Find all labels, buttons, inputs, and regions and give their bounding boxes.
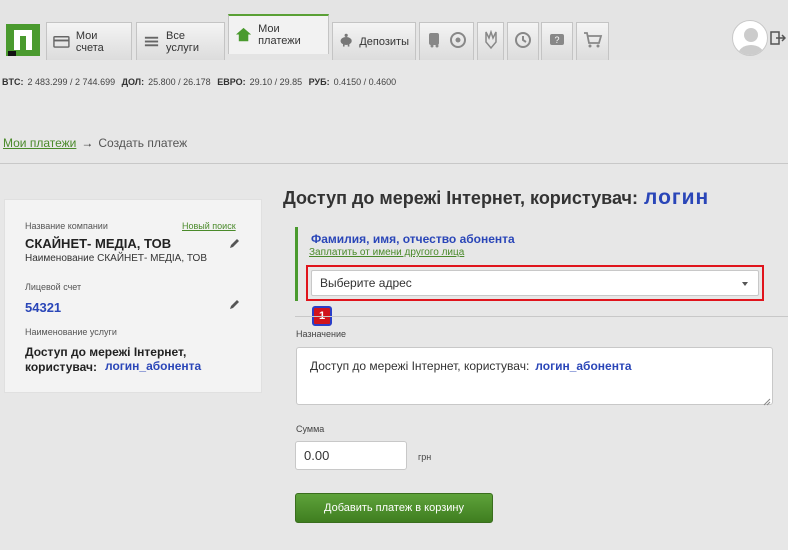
breadcrumb-arrow: → — [81, 136, 94, 150]
rate-label: BTC: — [2, 77, 24, 87]
purpose-label: Назначение — [296, 329, 347, 339]
rate-value: 25.800 / 26.178 — [148, 77, 211, 87]
payer-name: Фамилия, имя, отчество абонента — [311, 232, 515, 246]
company-label: Название компании — [25, 221, 108, 231]
list-icon — [143, 33, 160, 51]
address-select[interactable]: Выберите адрес — [311, 270, 759, 296]
resize-handle-icon[interactable] — [763, 395, 771, 406]
purpose-login: логин_абонента — [535, 359, 632, 373]
divider — [0, 163, 788, 164]
breadcrumb-current: Создать платеж — [98, 136, 188, 150]
divider — [295, 316, 788, 317]
svg-text:?: ? — [554, 35, 559, 45]
edit-company-icon[interactable] — [228, 237, 240, 249]
rate-label: ЕВРО: — [217, 77, 246, 87]
tab-government[interactable] — [477, 22, 504, 60]
new-search-link[interactable]: Новый поиск — [182, 221, 236, 231]
home-icon — [235, 26, 252, 44]
page-title-login: логин — [644, 186, 710, 209]
football-icon — [449, 31, 467, 52]
tab-help[interactable]: ? — [541, 22, 573, 60]
piggy-bank-icon — [339, 33, 353, 51]
pay-for-other-link[interactable]: Заплатить от имени другого лица — [309, 247, 464, 258]
trident-icon — [484, 29, 498, 53]
add-to-cart-button[interactable]: Добавить платеж в корзину — [295, 493, 493, 523]
rate-label: ДОЛ: — [121, 77, 145, 87]
breadcrumb: Мои платежи → Создать платеж — [3, 136, 187, 150]
address-select-value: Выберите адрес — [320, 276, 412, 290]
card-icon — [53, 33, 70, 51]
user-avatar[interactable] — [732, 20, 768, 56]
currency-label: грн — [418, 452, 432, 462]
cart-icon — [583, 31, 603, 52]
train-icon — [427, 31, 449, 52]
logout-icon[interactable] — [770, 30, 787, 46]
rate-value: 29.10 / 29.85 — [249, 77, 303, 87]
sum-label: Сумма — [296, 424, 325, 434]
recipient-card: Название компании Новый поиск СКАЙНЕТ- М… — [4, 199, 262, 393]
exchange-rates: BTC: 2 483.299 / 2 744.699 ДОЛ: 25.800 / 2… — [2, 77, 400, 87]
service-label: Наименование услуги — [25, 327, 117, 337]
service-name-line2: користувач: — [25, 360, 97, 374]
tab-my-accounts[interactable]: Мои счета — [46, 22, 132, 60]
company-full-name: Наименование СКАЙНЕТ- МЕДІА, ТОВ — [25, 253, 207, 264]
service-name-line1: Доступ до мережі Інтернет, — [25, 345, 187, 359]
help-icon: ? — [548, 31, 566, 52]
rate-value: 2 483.299 / 2 744.699 — [27, 77, 116, 87]
chevron-down-icon — [742, 282, 748, 286]
tab-label: Мои платежи — [258, 23, 301, 47]
page-title-text: Доступ до мережі Інтернет, користувач: — [283, 188, 638, 208]
rate-label: РУБ: — [308, 77, 330, 87]
tab-travel-sports[interactable] — [419, 22, 474, 60]
privatbank-logo-icon[interactable] — [6, 24, 40, 56]
tab-label: Депозиты — [359, 35, 409, 48]
tab-deposits[interactable]: Депозиты — [332, 22, 416, 60]
tab-label: Мои счета — [75, 29, 104, 54]
purpose-text: Доступ до мережі Інтернет, користувач: — [310, 359, 530, 373]
tab-label: Все услуги — [166, 29, 199, 54]
tab-my-payments[interactable]: Мои платежи — [228, 14, 329, 54]
tab-all-services[interactable]: Все услуги — [136, 22, 225, 60]
account-number: 54321 — [25, 300, 62, 315]
history-icon — [514, 31, 532, 52]
tab-cart[interactable] — [576, 22, 609, 60]
sum-value: 0.00 — [304, 448, 330, 463]
edit-account-icon[interactable] — [228, 298, 240, 310]
tab-history[interactable] — [507, 22, 539, 60]
rate-value: 0.4150 / 0.4600 — [333, 77, 397, 87]
sum-input[interactable]: 0.00 — [295, 441, 407, 470]
service-login: логин_абонента — [105, 359, 202, 373]
breadcrumb-link-my-payments[interactable]: Мои платежи — [3, 136, 76, 150]
top-nav: Мои счета Все услуги Мои платежи Депозит… — [0, 0, 788, 60]
account-label: Лицевой счет — [25, 282, 82, 292]
page-title: Доступ до мережі Інтернет, користувач: ло… — [283, 186, 709, 210]
address-select-highlight: Выберите адрес — [306, 265, 764, 301]
purpose-textarea[interactable]: Доступ до мережі Інтернет, користувач: ло… — [296, 347, 773, 406]
company-name: СКАЙНЕТ- МЕДІА, ТОВ — [25, 236, 172, 251]
